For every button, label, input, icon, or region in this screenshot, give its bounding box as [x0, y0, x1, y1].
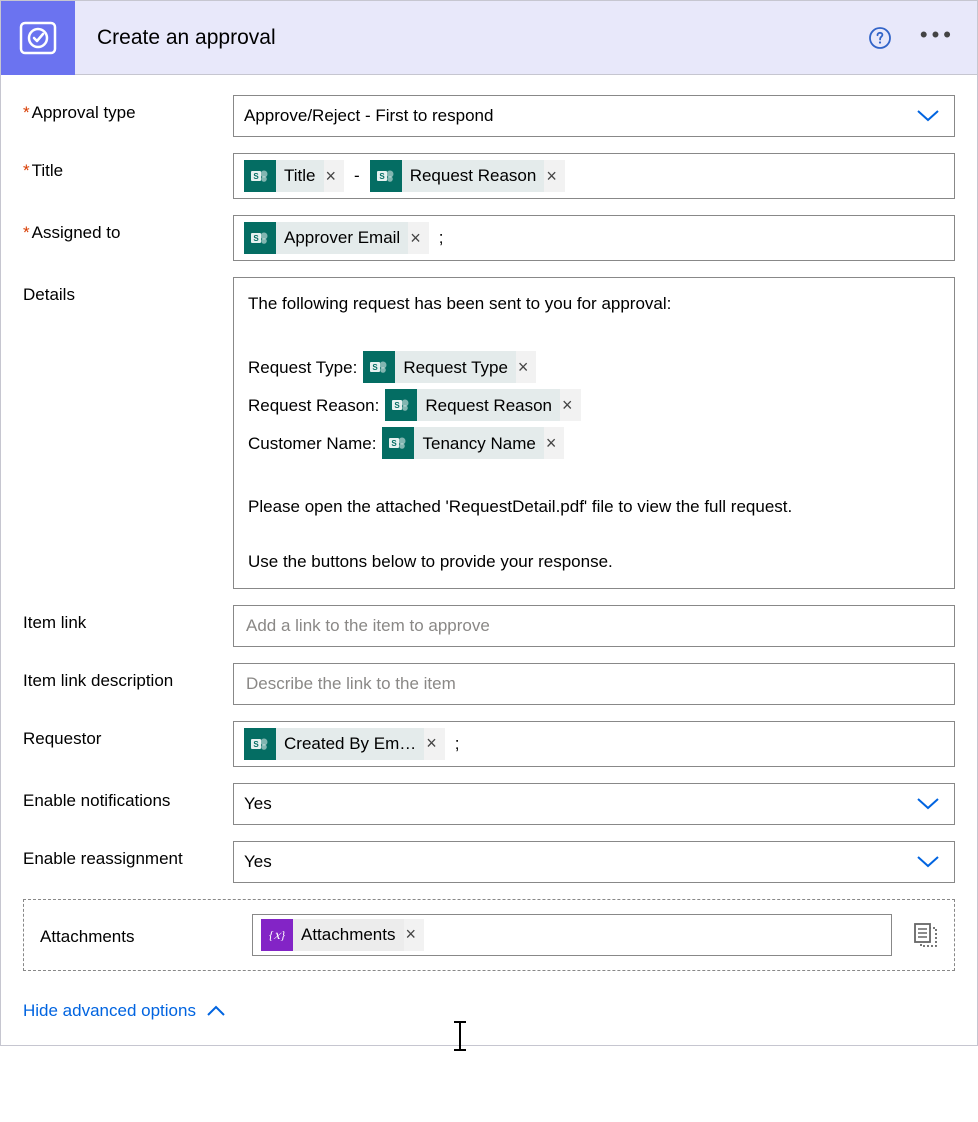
- details-intro: The following request has been sent to y…: [248, 290, 940, 317]
- switch-to-array-icon[interactable]: [912, 922, 938, 948]
- sharepoint-icon: S: [244, 160, 276, 192]
- row-enable-reassignment: Enable reassignment Yes: [23, 841, 955, 883]
- remove-token-icon[interactable]: ×: [324, 166, 345, 187]
- card-header[interactable]: Create an approval •••: [1, 1, 977, 75]
- label-enable-notifications: Enable notifications: [23, 783, 233, 811]
- details-line-customer-name: Customer Name: S Tenancy Name ×: [248, 427, 940, 459]
- help-icon[interactable]: [868, 26, 892, 50]
- sharepoint-icon: S: [244, 728, 276, 760]
- row-requestor: Requestor S Created By Em… × ;: [23, 721, 955, 767]
- select-value: Yes: [244, 852, 272, 872]
- chevron-down-icon: [916, 109, 940, 123]
- label-assigned-to: *Assigned to: [23, 215, 233, 243]
- token-label: Title: [276, 160, 324, 192]
- details-prefix: Request Type:: [248, 354, 357, 381]
- attachments-input[interactable]: {𝑥} Attachments ×: [252, 914, 892, 956]
- insert-step-caret[interactable]: [459, 1021, 461, 1051]
- variable-icon: {𝑥}: [261, 919, 293, 951]
- row-title: *Title S Title × - S Requ: [23, 153, 955, 199]
- token-label: Request Reason: [402, 160, 545, 192]
- label-item-link-desc: Item link description: [23, 663, 233, 691]
- assigned-to-input[interactable]: S Approver Email × ;: [233, 215, 955, 261]
- token-label: Request Reason: [417, 389, 560, 421]
- token-label: Approver Email: [276, 222, 408, 254]
- sharepoint-icon: S: [244, 222, 276, 254]
- row-approval-type: *Approval type Approve/Reject - First to…: [23, 95, 955, 137]
- remove-token-icon[interactable]: ×: [544, 429, 565, 458]
- enable-reassignment-select[interactable]: Yes: [233, 841, 955, 883]
- approval-action-icon: [1, 1, 75, 75]
- row-item-link-desc: Item link description Describe the link …: [23, 663, 955, 705]
- select-value: Yes: [244, 794, 272, 814]
- approval-type-select[interactable]: Approve/Reject - First to respond: [233, 95, 955, 137]
- token-label: Tenancy Name: [414, 427, 543, 459]
- svg-text:S: S: [379, 172, 385, 181]
- row-details: Details The following request has been s…: [23, 277, 955, 589]
- row-assigned-to: *Assigned to S Approver Email × ;: [23, 215, 955, 261]
- more-icon[interactable]: •••: [920, 24, 955, 52]
- requestor-input[interactable]: S Created By Em… × ;: [233, 721, 955, 767]
- card-title[interactable]: Create an approval: [75, 26, 868, 50]
- remove-token-icon[interactable]: ×: [544, 166, 565, 187]
- remove-token-icon[interactable]: ×: [560, 391, 581, 420]
- footer-link-text: Hide advanced options: [23, 1001, 196, 1021]
- label-title: *Title: [23, 153, 233, 181]
- hide-advanced-options-link[interactable]: Hide advanced options: [1, 981, 977, 1045]
- item-link-input[interactable]: Add a link to the item to approve: [233, 605, 955, 647]
- chevron-down-icon: [916, 855, 940, 869]
- token-sp-title[interactable]: S Title ×: [244, 160, 344, 192]
- label-approval-type: *Approval type: [23, 95, 233, 123]
- label-enable-reassignment: Enable reassignment: [23, 841, 233, 869]
- chevron-down-icon: [916, 797, 940, 811]
- remove-token-icon[interactable]: ×: [424, 733, 445, 754]
- details-prefix: Request Reason:: [248, 392, 379, 419]
- details-line-request-type: Request Type: S Request Type ×: [248, 351, 940, 383]
- svg-text:S: S: [392, 439, 398, 448]
- details-input[interactable]: The following request has been sent to y…: [233, 277, 955, 589]
- sharepoint-icon: S: [370, 160, 402, 192]
- action-card: Create an approval ••• *Approval type Ap…: [0, 0, 978, 1046]
- token-label: Request Type: [395, 351, 516, 383]
- label-attachments: Attachments: [40, 923, 252, 947]
- token-var-attachments[interactable]: {𝑥} Attachments ×: [261, 919, 424, 951]
- token-label: Attachments: [293, 919, 404, 951]
- svg-text:S: S: [373, 363, 379, 372]
- token-sp-approver-email[interactable]: S Approver Email ×: [244, 222, 429, 254]
- remove-token-icon[interactable]: ×: [516, 353, 537, 382]
- sharepoint-icon: S: [382, 427, 414, 459]
- label-item-link: Item link: [23, 605, 233, 633]
- details-text: Please open the attached 'RequestDetail.…: [248, 493, 940, 520]
- token-sp-request-reason[interactable]: S Request Reason ×: [385, 389, 580, 421]
- chevron-up-icon: [206, 1005, 226, 1017]
- label-requestor: Requestor: [23, 721, 233, 749]
- token-sp-created-by-email[interactable]: S Created By Em… ×: [244, 728, 445, 760]
- sharepoint-icon: S: [363, 351, 395, 383]
- svg-text:S: S: [253, 172, 259, 181]
- separator-text: -: [350, 166, 364, 186]
- separator-text: ;: [435, 228, 448, 248]
- token-label: Created By Em…: [276, 728, 424, 760]
- item-link-desc-input[interactable]: Describe the link to the item: [233, 663, 955, 705]
- row-item-link: Item link Add a link to the item to appr…: [23, 605, 955, 647]
- token-sp-request-reason[interactable]: S Request Reason ×: [370, 160, 565, 192]
- token-sp-request-type[interactable]: S Request Type ×: [363, 351, 536, 383]
- svg-text:S: S: [253, 740, 259, 749]
- details-text: Use the buttons below to provide your re…: [248, 548, 940, 575]
- row-enable-notifications: Enable notifications Yes: [23, 783, 955, 825]
- remove-token-icon[interactable]: ×: [408, 228, 429, 249]
- approval-type-value: Approve/Reject - First to respond: [244, 106, 493, 126]
- details-line-request-reason: Request Reason: S Request Reason ×: [248, 389, 940, 421]
- details-prefix: Customer Name:: [248, 430, 376, 457]
- sharepoint-icon: S: [385, 389, 417, 421]
- svg-text:{𝑥}: {𝑥}: [269, 928, 286, 942]
- svg-text:S: S: [253, 234, 259, 243]
- remove-token-icon[interactable]: ×: [404, 924, 425, 945]
- token-sp-tenancy-name[interactable]: S Tenancy Name ×: [382, 427, 564, 459]
- enable-notifications-select[interactable]: Yes: [233, 783, 955, 825]
- row-attachments: Attachments {𝑥} Attachments ×: [23, 899, 955, 971]
- title-input[interactable]: S Title × - S Request Reason ×: [233, 153, 955, 199]
- label-details: Details: [23, 277, 233, 305]
- separator-text: ;: [451, 734, 464, 754]
- svg-text:S: S: [395, 401, 401, 410]
